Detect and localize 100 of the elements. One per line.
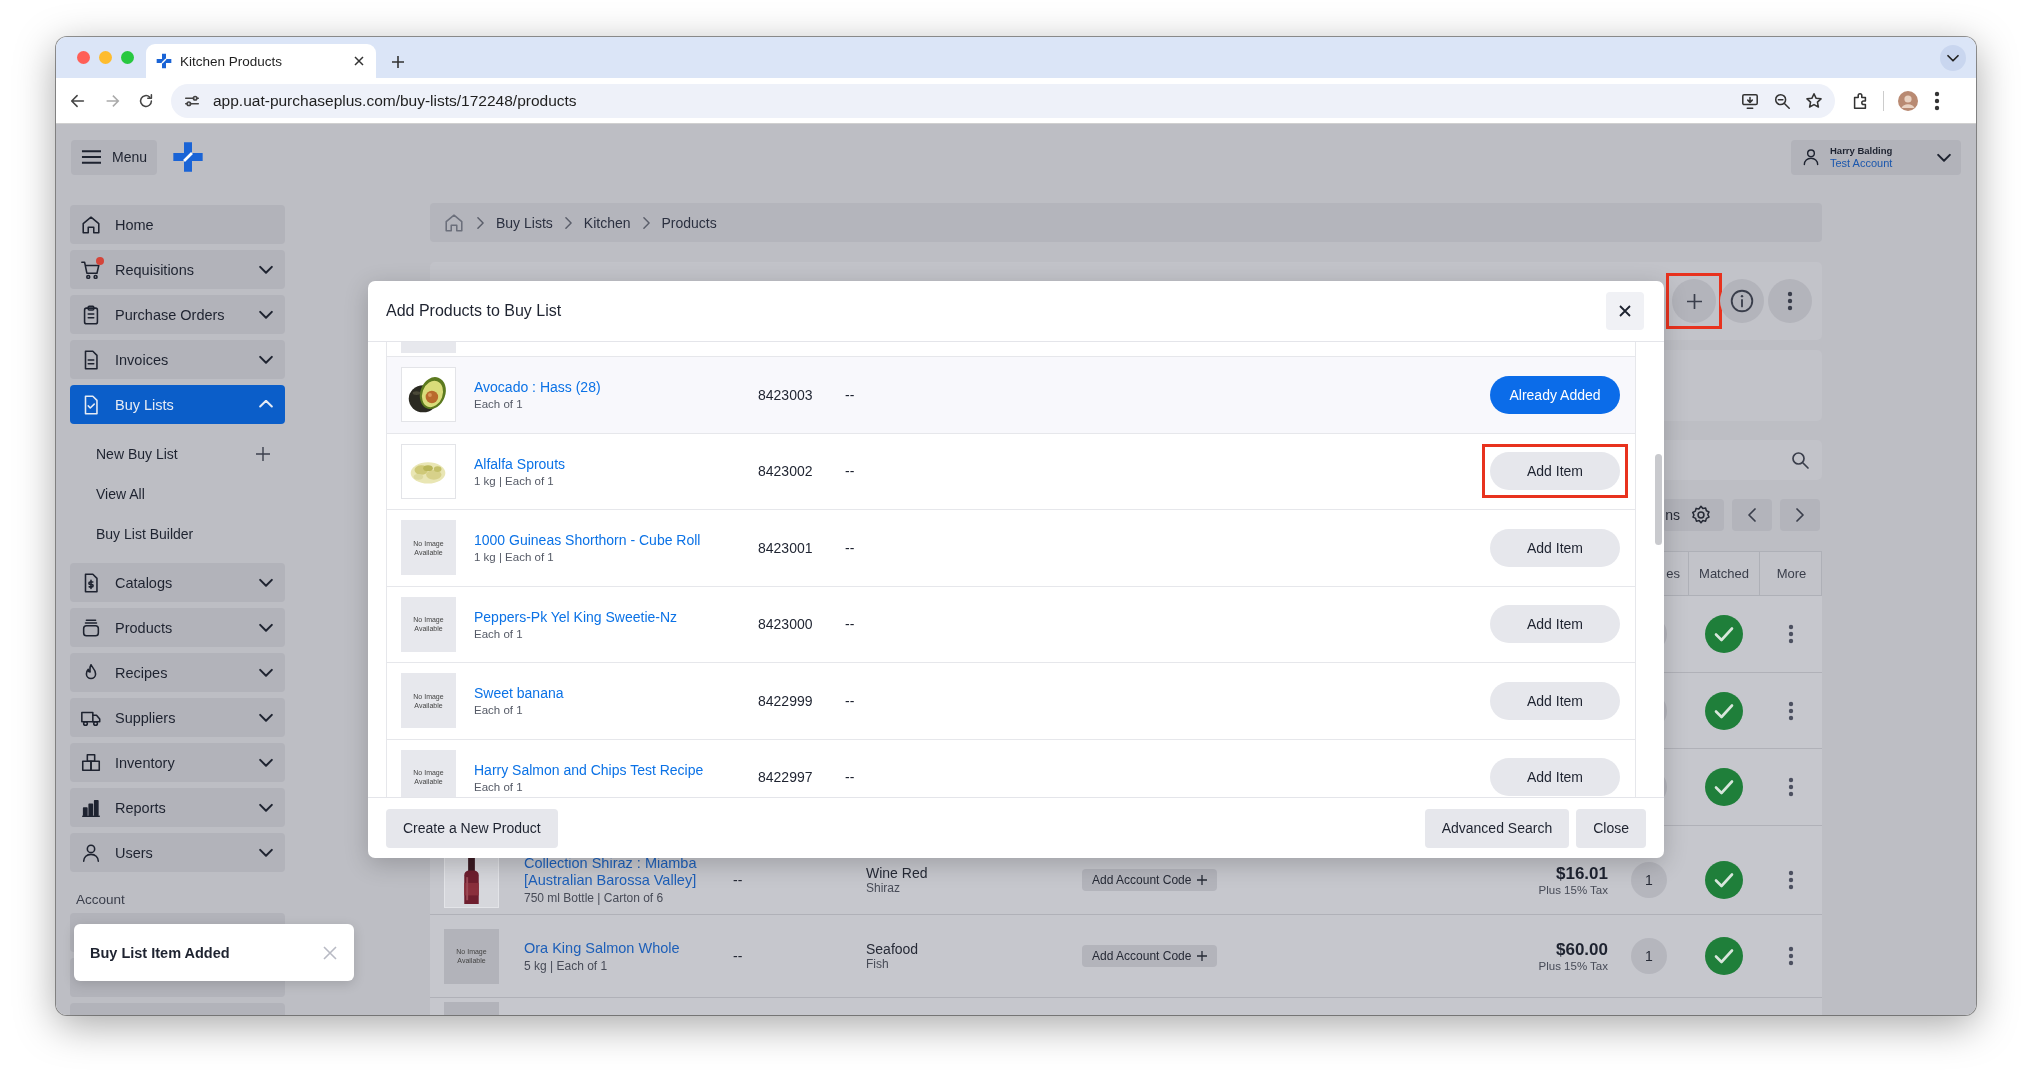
plus-icon: [1686, 293, 1702, 309]
info-button[interactable]: [1720, 279, 1764, 323]
reload-icon[interactable]: [137, 91, 155, 110]
sidebar-item[interactable]: Suppliers: [70, 698, 285, 737]
column-header: More: [1775, 565, 1808, 583]
product-details: 1 kg | Each of 1: [474, 474, 555, 487]
sidebar-item[interactable]: Products: [70, 608, 285, 647]
table-cell-text: --: [845, 769, 856, 786]
product-details: 750 ml Bottle | Carton of 6: [524, 891, 665, 905]
add-item-button[interactable]: Add Item: [1490, 681, 1620, 720]
star-icon[interactable]: [1805, 91, 1823, 110]
menu-icon[interactable]: [1932, 90, 1942, 111]
next-page-button[interactable]: [1780, 499, 1820, 531]
quantity-badge: 1: [1631, 862, 1667, 898]
install-icon[interactable]: [1741, 91, 1759, 110]
add-item-button[interactable]: Add Item: [1490, 528, 1620, 567]
product-code: 8423000: [758, 616, 814, 633]
create-product-button[interactable]: Create a New Product: [386, 808, 558, 848]
gear-icon: [1690, 504, 1712, 526]
price-text: $60.00: [1555, 940, 1608, 960]
tax-note: Plus 15% Tax: [1537, 884, 1608, 896]
breadcrumb-link[interactable]: Kitchen: [583, 214, 631, 231]
product-details: 1 kg | Each of 1: [474, 551, 555, 564]
breadcrumb-link[interactable]: Buy Lists: [496, 214, 553, 231]
chevron-left-icon: [1748, 508, 1756, 522]
boxes-icon: [80, 751, 102, 774]
account-name: Test Account: [1830, 157, 1894, 169]
quantity-badge: 1: [1631, 938, 1667, 974]
product-link[interactable]: Sweet banana: [474, 685, 758, 702]
browser-tab[interactable]: Kitchen Products: [146, 44, 376, 78]
stack-icon: [80, 616, 102, 639]
footer-button[interactable]: Close: [1576, 808, 1646, 848]
search-icon: [1790, 450, 1810, 470]
add-account-code-button[interactable]: Add Account Code: [1082, 945, 1218, 967]
sidebar-item[interactable]: Reports: [70, 788, 285, 827]
sidebar-item[interactable]: Buy Lists: [70, 385, 285, 424]
address-bar[interactable]: app.uat-purchaseplus.com/buy-lists/172248/products: [171, 83, 1835, 118]
table-cell-text: --: [845, 692, 856, 709]
submenu-item[interactable]: New Buy List: [70, 434, 285, 474]
add-item-button[interactable]: Add Item: [1490, 758, 1620, 797]
kebab-icon: [1785, 290, 1795, 312]
product-details: Each of 1: [474, 398, 524, 411]
product-link[interactable]: Alfalfa Sprouts: [474, 455, 758, 472]
avatar-icon[interactable]: [1898, 90, 1918, 111]
zoom-out-icon[interactable]: [1773, 91, 1791, 110]
column-header: Matched: [1689, 552, 1760, 595]
previous-page-button[interactable]: [1732, 499, 1772, 531]
product-link[interactable]: Peppers-Pk Yel King Sweetie-Nz: [474, 608, 758, 625]
add-item-button[interactable]: Add Item: [1490, 605, 1620, 644]
sidebar-item[interactable]: Requisitions: [70, 250, 285, 289]
sidebar-item[interactable]: Recipes: [70, 653, 285, 692]
product-details: Each of 1: [474, 627, 524, 640]
user-name: Harry Balding: [1830, 145, 1894, 156]
sidebar-item[interactable]: Home: [70, 205, 285, 244]
sidebar-item[interactable]: Purchase Orders: [70, 295, 285, 334]
toast-message: Buy List Item Added: [90, 944, 231, 961]
add-account-code-button[interactable]: Add Account Code: [1082, 869, 1218, 891]
account-menu[interactable]: Harry Balding Test Account: [1791, 139, 1961, 175]
extension-icon[interactable]: [1851, 91, 1869, 110]
submenu-item[interactable]: Buy List Builder: [70, 514, 285, 554]
table-cell-text: --: [733, 948, 744, 964]
tab-menu-button[interactable]: [1940, 45, 1966, 71]
logo-icon[interactable]: [172, 141, 204, 173]
plus-icon: [255, 446, 271, 462]
already-added-button[interactable]: Already Added: [1490, 375, 1620, 414]
logo-icon: [156, 53, 172, 69]
chevron-right-icon: [564, 216, 572, 229]
table-cell-text: --: [845, 616, 856, 633]
product-link[interactable]: Avocado : Hass (28): [474, 379, 758, 396]
product-link[interactable]: 1000 Guineas Shorthorn - Cube Roll: [474, 532, 758, 549]
sidebar-item[interactable]: Users: [70, 833, 285, 872]
more-button[interactable]: [1768, 279, 1812, 323]
product-code: 8422999: [758, 692, 814, 709]
close-button[interactable]: [1606, 292, 1644, 330]
breadcrumb-link[interactable]: Products: [661, 214, 717, 231]
product-link[interactable]: Harry Salmon and Chips Test Recipe: [474, 761, 758, 778]
sidebar-item[interactable]: Invoices: [70, 340, 285, 379]
footer-button[interactable]: Advanced Search: [1424, 808, 1570, 848]
dialog-title: Add Products to Buy List: [386, 302, 563, 320]
subcategory-text: Shiraz: [866, 881, 901, 895]
product-link[interactable]: Collection Shiraz : Miamba [Australian Barossa Valley]: [524, 855, 733, 889]
close-icon: [1617, 303, 1633, 319]
new-tab-icon[interactable]: [390, 54, 406, 70]
user-icon: [1801, 147, 1821, 167]
image-placeholder: [444, 1002, 499, 1015]
close-icon[interactable]: [352, 54, 366, 68]
product-details: 5 kg | Each of 1: [524, 958, 609, 973]
columns-button[interactable]: ns: [1663, 499, 1724, 531]
scrollbar-thumb[interactable]: [1655, 454, 1662, 545]
product-details: Each of 1: [474, 780, 524, 793]
sidebar-item[interactable]: Inventory: [70, 743, 285, 782]
info-icon: [1729, 288, 1755, 314]
add-item-button[interactable]: Add Item: [1490, 452, 1620, 491]
sidebar-item[interactable]: Catalogs: [70, 563, 285, 602]
submenu-item[interactable]: View All: [70, 474, 285, 514]
tax-note: Plus 15% Tax: [1537, 960, 1608, 972]
product-link[interactable]: Ora King Salmon Whole: [524, 939, 733, 957]
menu-button[interactable]: Menu: [71, 139, 157, 175]
cart-icon: [80, 258, 102, 281]
chevron-right-icon: [477, 216, 484, 229]
